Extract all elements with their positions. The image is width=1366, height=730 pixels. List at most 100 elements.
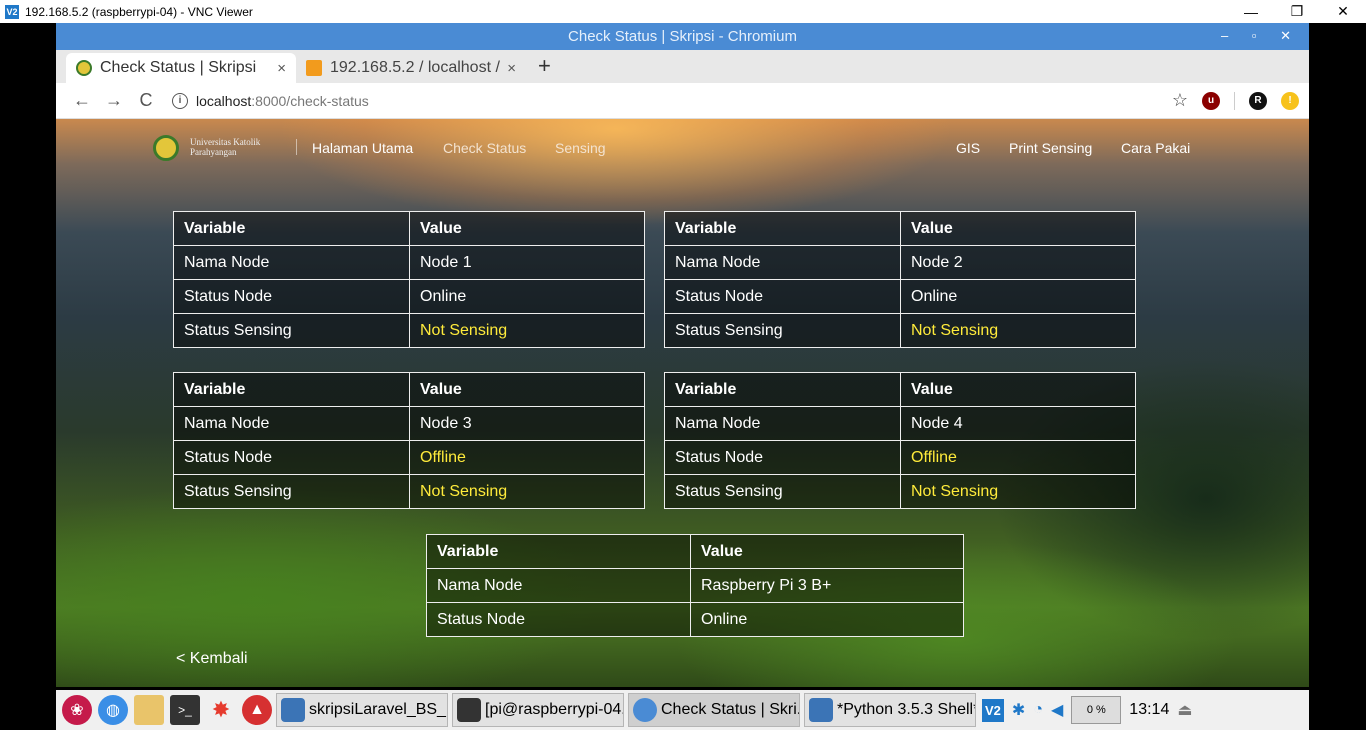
table-header-row: Variable Value <box>664 372 1136 407</box>
node-4-table: Variable Value Nama Node Node 4 Status N… <box>664 372 1136 509</box>
nav-divider <box>296 139 297 155</box>
url-path: :8000/check-status <box>251 92 369 109</box>
clock[interactable]: 13:14 <box>1129 701 1169 719</box>
table-row: Status Node Offline <box>664 440 1136 475</box>
header-value: Value <box>690 534 964 569</box>
value-status-node: Offline <box>409 440 645 475</box>
label-status-node: Status Node <box>664 440 901 475</box>
volume-icon[interactable]: ◀ <box>1051 700 1063 720</box>
value-status-node: Online <box>900 279 1136 314</box>
table-row: Status Sensing Not Sensing <box>173 313 645 348</box>
header-value: Value <box>900 211 1136 246</box>
table-row: Status Node Online <box>426 602 964 637</box>
table-row: Nama Node Node 1 <box>173 245 645 280</box>
header-variable: Variable <box>426 534 691 569</box>
new-tab-button[interactable]: + <box>526 53 563 83</box>
vnc-tray-icon[interactable]: V2 <box>982 698 1004 722</box>
ublock-icon[interactable]: u <box>1202 91 1220 110</box>
reload-icon[interactable]: C <box>130 90 162 111</box>
table-row: Nama Node Raspberry Pi 3 B+ <box>426 568 964 603</box>
value-nama-node: Node 2 <box>900 245 1136 280</box>
chromium-window-title: Check Status | Skripsi - Chromium <box>568 28 797 45</box>
toolbar-divider <box>1234 91 1235 110</box>
value-status-sensing: Not Sensing <box>900 474 1136 509</box>
tab-check-status[interactable]: Check Status | Skripsi × <box>66 53 296 83</box>
label-status-node: Status Node <box>664 279 901 314</box>
label-status-sensing: Status Sensing <box>664 474 901 509</box>
nav-sensing[interactable]: Sensing <box>555 140 606 156</box>
gateway-table: Variable Value Nama Node Raspberry Pi 3 … <box>426 534 964 637</box>
profile-r-icon[interactable]: R <box>1249 91 1267 110</box>
task-label: Check Status | Skri... <box>661 701 800 718</box>
nav-check-status[interactable]: Check Status <box>443 140 526 156</box>
label-nama-node: Nama Node <box>664 406 901 441</box>
vnc-restore-button[interactable]: ❐ <box>1274 3 1320 20</box>
nav-gis[interactable]: GIS <box>956 140 980 156</box>
label-status-node: Status Node <box>173 440 410 475</box>
bluetooth-icon[interactable]: ✱ <box>1012 700 1025 720</box>
task-terminal[interactable]: [pi@raspberrypi-04... <box>452 693 624 727</box>
tab-phpmyadmin[interactable]: 192.168.5.2 / localhost / × <box>296 53 526 83</box>
value-status-sensing: Not Sensing <box>409 313 645 348</box>
label-status-node: Status Node <box>173 279 410 314</box>
page-body: Universitas Katolik Parahyangan Halaman … <box>56 119 1309 687</box>
back-arrow-icon[interactable]: ← <box>66 90 98 111</box>
task-chromium[interactable]: Check Status | Skri... <box>628 693 800 727</box>
bookmark-star-icon[interactable]: ☆ <box>1172 90 1188 111</box>
table-row: Status Sensing Not Sensing <box>664 474 1136 509</box>
browser-globe-icon[interactable]: ◍ <box>98 695 128 725</box>
label-status-sensing: Status Sensing <box>173 474 410 509</box>
university-logo-icon[interactable] <box>153 135 179 161</box>
nav-halaman-utama[interactable]: Halaman Utama <box>312 140 413 156</box>
header-value: Value <box>409 372 645 407</box>
wolfram-icon[interactable]: ▲ <box>242 695 272 725</box>
forward-arrow-icon[interactable]: → <box>98 90 130 111</box>
table-row: Status Node Offline <box>173 440 645 475</box>
value-nama-node: Node 3 <box>409 406 645 441</box>
tab-label: Check Status | Skripsi <box>100 59 257 76</box>
back-link[interactable]: < Kembali <box>176 650 248 668</box>
vnc-minimize-button[interactable]: — <box>1228 4 1274 20</box>
task-python-shell[interactable]: *Python 3.5.3 Shell* <box>804 693 976 727</box>
task-label: *Python 3.5.3 Shell* <box>837 701 976 718</box>
browser-toolbar: ← → C i localhost :8000/check-status ☆ u… <box>56 83 1309 119</box>
label-status-sensing: Status Sensing <box>664 313 901 348</box>
eject-icon[interactable]: ⏏ <box>1177 700 1192 720</box>
cpu-usage-monitor[interactable]: 0 % <box>1071 696 1122 724</box>
chromium-window-controls[interactable]: – ▫ ✕ <box>1221 28 1301 44</box>
value-status-sensing: Not Sensing <box>900 313 1136 348</box>
tab-close-icon[interactable]: × <box>507 60 516 77</box>
node-3-table: Variable Value Nama Node Node 3 Status N… <box>173 372 645 509</box>
value-status-node: Offline <box>900 440 1136 475</box>
taskbar: ❀ ◍ >_ ✸ ▲ skripsiLaravel_BS_... [pi@ras… <box>56 690 1309 730</box>
raspberry-menu-icon[interactable]: ❀ <box>62 695 92 725</box>
tab-close-icon[interactable]: × <box>277 60 286 77</box>
label-nama-node: Nama Node <box>426 568 691 603</box>
vnc-close-button[interactable]: ✕ <box>1320 3 1366 20</box>
alert-icon[interactable]: ! <box>1281 91 1299 110</box>
header-variable: Variable <box>664 372 901 407</box>
screen: V2 192.168.5.2 (raspberrypi-04) - VNC Vi… <box>0 0 1366 730</box>
system-tray: V2 ✱ ◔ ◀ 0 % 13:14 ⏏ <box>982 696 1192 724</box>
task-skripsilaravel[interactable]: skripsiLaravel_BS_... <box>276 693 448 727</box>
wifi-icon[interactable]: ◔ <box>1033 701 1043 719</box>
nav-cara-pakai[interactable]: Cara Pakai <box>1121 140 1190 156</box>
toolbar-extensions: ☆ u R ! <box>1172 90 1299 111</box>
table-row: Status Node Online <box>173 279 645 314</box>
header-variable: Variable <box>173 211 410 246</box>
node-1-table: Variable Value Nama Node Node 1 Status N… <box>173 211 645 348</box>
file-manager-icon[interactable] <box>134 695 164 725</box>
mathematica-icon[interactable]: ✸ <box>206 695 236 725</box>
info-icon[interactable]: i <box>172 92 188 109</box>
value-nama-node: Raspberry Pi 3 B+ <box>690 568 964 603</box>
address-bar[interactable]: i localhost :8000/check-status <box>172 92 1172 109</box>
chromium-icon <box>633 698 657 722</box>
university-name-line1: Universitas Katolik <box>190 137 261 147</box>
task-label: skripsiLaravel_BS_... <box>309 701 448 718</box>
nav-print-sensing[interactable]: Print Sensing <box>1009 140 1092 156</box>
python-icon <box>809 698 833 722</box>
task-label: [pi@raspberrypi-04... <box>485 701 624 718</box>
tab-strip: Check Status | Skripsi × 192.168.5.2 / l… <box>56 50 1309 83</box>
unpar-favicon-icon <box>76 60 92 76</box>
terminal-icon[interactable]: >_ <box>170 695 200 725</box>
